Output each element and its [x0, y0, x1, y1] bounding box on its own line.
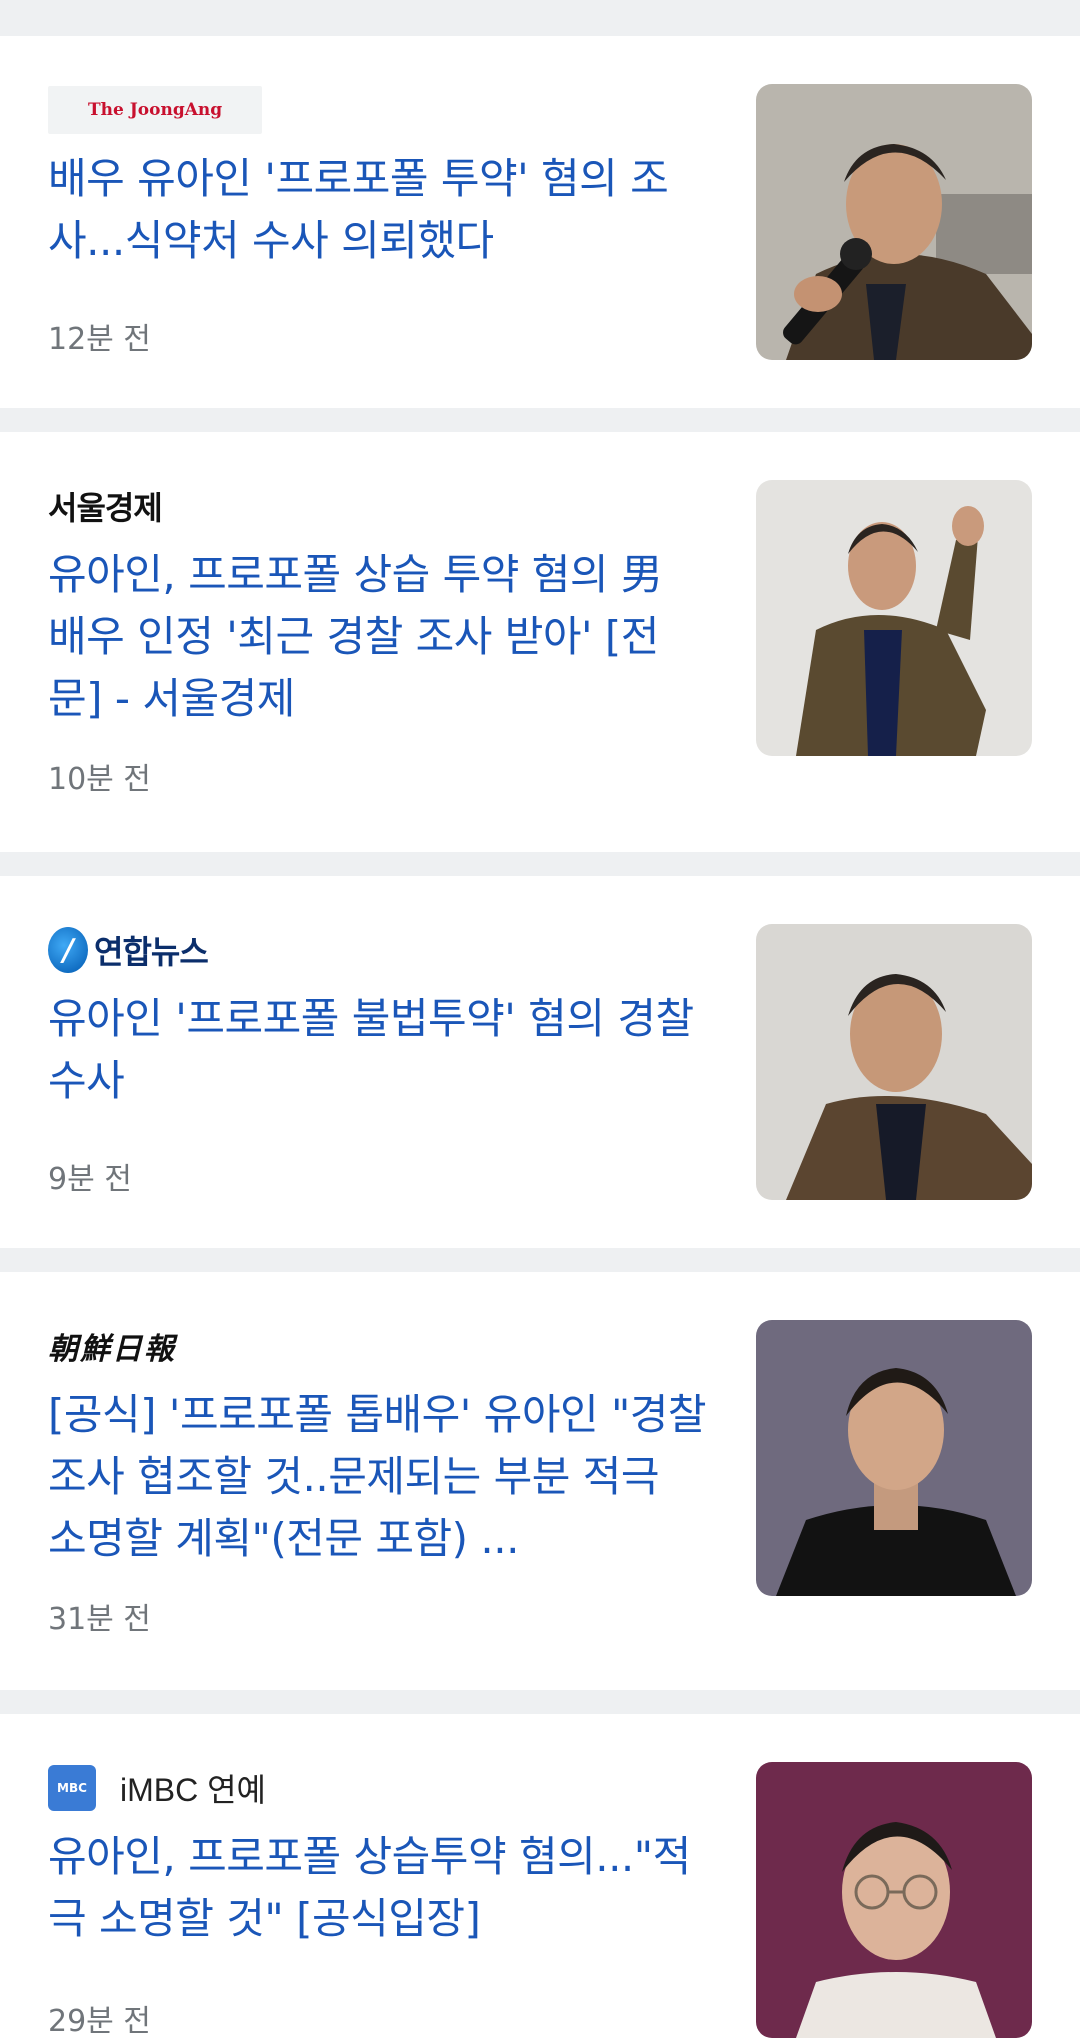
yonhap-logo-icon: /: [48, 927, 88, 973]
headline-link[interactable]: 유아인 '프로포폴 불법투약' 혐의 경찰 수사: [48, 988, 708, 1112]
news-card[interactable]: MBC iMBC 연예 유아인, 프로포폴 상습투약 혐의..."적극 소명할 …: [0, 1714, 1080, 2043]
source-row: / 연합뉴스: [48, 924, 708, 976]
headline-link[interactable]: [공식] '프로포폴 톱배우' 유아인 "경찰 조사 협조할 것..문제되는 부…: [48, 1384, 708, 1570]
thumbnail-image[interactable]: [756, 1762, 1032, 2038]
source-row: The JoongAng: [48, 84, 708, 136]
headline-link[interactable]: 유아인, 프로포폴 상습투약 혐의..."적극 소명할 것" [공식입장]: [48, 1826, 708, 1950]
thumbnail-image[interactable]: [756, 1320, 1032, 1596]
source-logo-imbc: iMBC 연예: [120, 1772, 266, 1808]
timestamp: 29분 전: [48, 2004, 151, 2039]
news-card[interactable]: 朝鮮日報 [공식] '프로포폴 톱배우' 유아인 "경찰 조사 협조할 것..문…: [0, 1272, 1080, 1690]
news-card[interactable]: 서울경제 유아인, 프로포폴 상습 투약 혐의 男 배우 인정 '최근 경찰 조…: [0, 432, 1080, 852]
timestamp: 31분 전: [48, 1602, 151, 1637]
news-card[interactable]: / 연합뉴스 유아인 '프로포폴 불법투약' 혐의 경찰 수사 9분 전: [0, 876, 1080, 1248]
thumbnail-image[interactable]: [756, 924, 1032, 1200]
headline-link[interactable]: 유아인, 프로포폴 상습 투약 혐의 男 배우 인정 '최근 경찰 조사 받아'…: [48, 544, 708, 730]
imbc-logo-icon: MBC: [48, 1765, 96, 1811]
news-card[interactable]: The JoongAng 배우 유아인 '프로포폴 투약' 혐의 조사...식약…: [0, 36, 1080, 408]
timestamp: 12분 전: [48, 322, 151, 357]
source-logo-seoul-economy: 서울경제: [48, 489, 163, 527]
source-row: 朝鮮日報: [48, 1320, 708, 1372]
timestamp: 9분 전: [48, 1162, 132, 1197]
source-row: 서울경제: [48, 480, 708, 532]
source-logo-joongang: The JoongAng: [48, 86, 263, 134]
thumbnail-image[interactable]: [756, 84, 1032, 360]
source-logo-chosun: 朝鮮日報: [48, 1332, 176, 1367]
thumbnail-image[interactable]: [756, 480, 1032, 756]
source-row: MBC iMBC 연예: [48, 1762, 708, 1814]
headline-link[interactable]: 배우 유아인 '프로포폴 투약' 혐의 조사...식약처 수사 의뢰했다: [48, 148, 708, 272]
source-logo-yonhap: 연합뉴스: [94, 933, 209, 971]
news-feed: The JoongAng 배우 유아인 '프로포폴 투약' 혐의 조사...식약…: [0, 0, 1080, 2043]
timestamp: 10분 전: [48, 762, 151, 797]
